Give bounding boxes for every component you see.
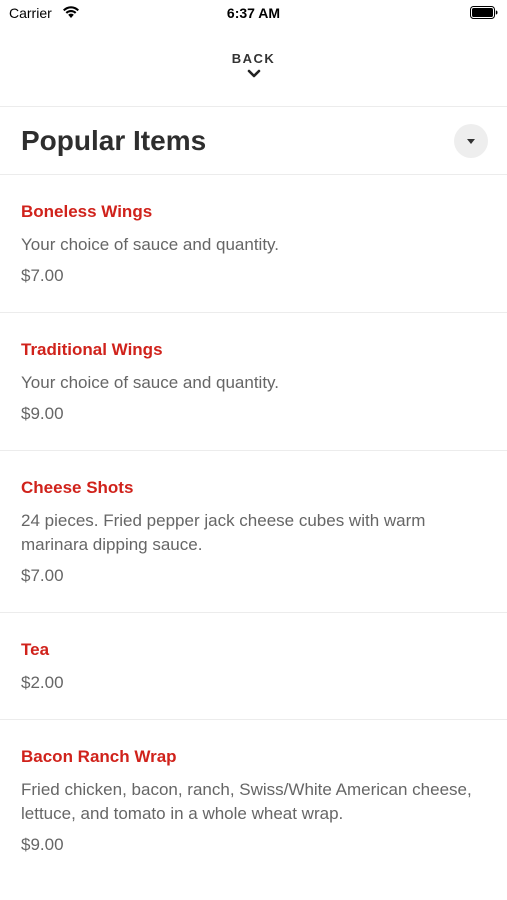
item-price: $2.00 [21, 673, 64, 692]
section-header: Popular Items [0, 108, 507, 174]
status-bar: Carrier 6:37 AM [0, 0, 507, 28]
item-price: $7.00 [21, 266, 64, 285]
battery-icon [470, 6, 498, 19]
menu-item[interactable]: Traditional Wings Your choice of sauce a… [0, 313, 507, 451]
header-divider [0, 106, 507, 107]
item-description: Your choice of sauce and quantity. [21, 235, 280, 254]
item-name: Boneless Wings [21, 202, 153, 221]
item-description: Your choice of sauce and quantity. [21, 373, 280, 392]
menu-item[interactable]: Bacon Ranch Wrap Fried chicken, bacon, r… [0, 720, 507, 881]
caret-down-icon [467, 139, 475, 144]
item-price: $7.00 [21, 566, 64, 585]
item-name: Cheese Shots [21, 478, 134, 497]
menu-item[interactable]: Tea $2.00 [0, 613, 507, 720]
chevron-down-icon [247, 69, 260, 78]
menu-item-list: Boneless Wings Your choice of sauce and … [0, 175, 507, 881]
item-price: $9.00 [21, 835, 64, 854]
back-label: BACK [231, 51, 276, 66]
menu-item[interactable]: Boneless Wings Your choice of sauce and … [0, 175, 507, 313]
menu-item[interactable]: Cheese Shots 24 pieces. Fried pepper jac… [0, 451, 507, 613]
clock: 6:37 AM [226, 5, 281, 21]
section-dropdown-button[interactable] [454, 124, 488, 158]
item-description: 24 pieces. Fried pepper jack cheese cube… [21, 511, 426, 554]
item-name: Traditional Wings [21, 340, 163, 359]
back-button[interactable]: BACK [0, 51, 507, 91]
item-name: Tea [21, 640, 50, 659]
section-title: Popular Items [21, 125, 207, 156]
item-price: $9.00 [21, 404, 64, 423]
item-description: Fried chicken, bacon, ranch, Swiss/White… [21, 780, 472, 823]
item-name: Bacon Ranch Wrap [21, 747, 177, 766]
